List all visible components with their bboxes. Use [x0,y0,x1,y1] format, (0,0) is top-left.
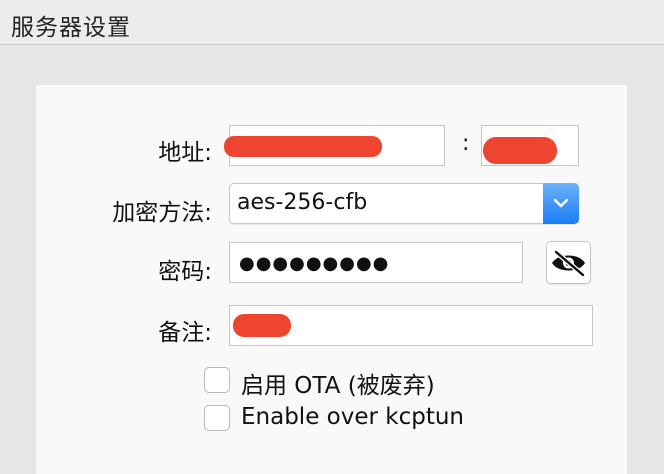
kcptun-checkbox-label[interactable]: Enable over kcptun [241,404,464,430]
ota-checkbox-label[interactable]: 启用 OTA (被废弃) [241,366,435,400]
remark-label: 备注: [158,320,212,346]
window-titlebar: 服务器设置 [0,0,664,45]
chevron-down-icon [553,198,569,208]
method-select[interactable]: aes-256-cfb [229,183,579,224]
window-title: 服务器设置 [11,15,131,41]
address-label: 地址: [158,140,212,166]
method-label: 加密方法: [112,200,212,226]
remark-redaction [233,314,291,337]
password-input[interactable]: ●●●●●●●●● [239,253,389,274]
password-field[interactable]: ●●●●●●●●● [229,242,523,283]
ota-checkbox[interactable] [204,367,230,393]
password-label: 密码: [158,259,212,285]
eye-slash-icon [552,250,585,277]
address-redaction [224,136,382,157]
kcptun-checkbox[interactable] [204,405,230,431]
method-select-value: aes-256-cfb [237,190,368,215]
port-separator: : [462,131,470,156]
select-arrow-button[interactable] [543,183,579,224]
port-redaction [483,137,557,164]
toggle-password-visibility-button[interactable] [546,241,591,284]
